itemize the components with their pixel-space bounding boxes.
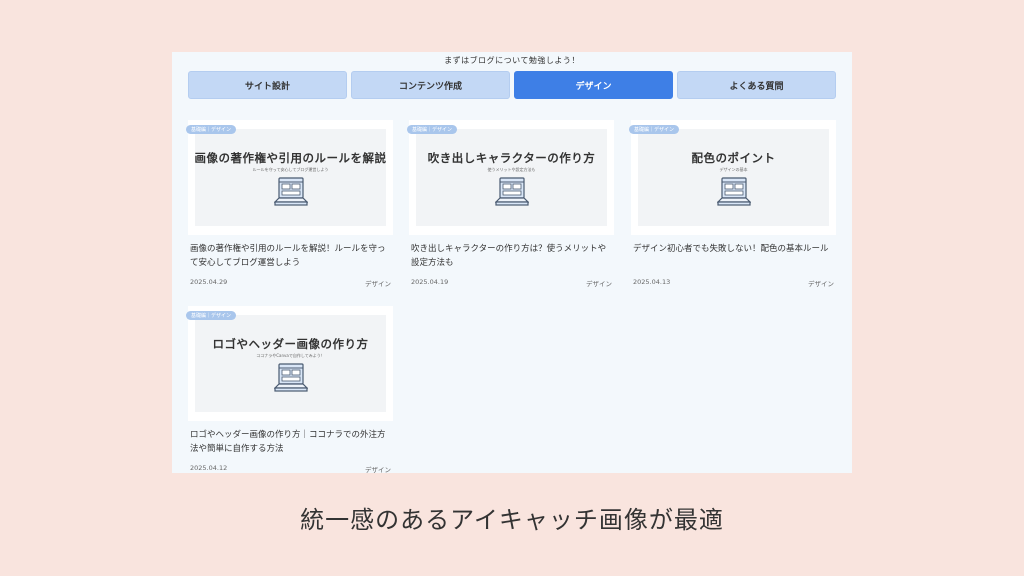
category-badge: 基礎編｜デザイン	[407, 125, 458, 134]
thumbnail-title: ロゴやヘッダー画像の作り方	[212, 337, 369, 351]
tab-site-design[interactable]: サイト設計	[188, 71, 347, 99]
thumbnail-subtitle: ココナラやCanvaで自作してみよう！	[256, 353, 325, 358]
article-card[interactable]: 基礎編｜デザイン ロゴやヘッダー画像の作り方 ココナラやCanvaで自作してみよ…	[186, 306, 393, 474]
article-meta: 2025.04.19 デザイン	[409, 278, 614, 288]
article-thumbnail[interactable]: 基礎編｜デザイン 配色のポイント デザインの基本	[629, 120, 836, 235]
thumbnail-subtitle: 使うメリットや設定方法も	[487, 167, 536, 172]
slide-caption: 統一感のあるアイキャッチ画像が最適	[300, 506, 724, 534]
thumbnail-title: 画像の著作権や引用のルールを解説	[194, 151, 387, 165]
laptop-icon	[274, 363, 308, 392]
category-tabs: サイト設計 コンテンツ作成 デザイン よくある質問	[188, 71, 836, 99]
article-title[interactable]: デザイン初心者でも失敗しない！配色の基本ルール	[631, 242, 836, 270]
article-card[interactable]: 基礎編｜デザイン 吹き出しキャラクターの作り方 使うメリットや設定方法も 吹き出…	[407, 120, 614, 288]
article-card[interactable]: 基礎編｜デザイン 画像の著作権や引用のルールを解説 ルールを守って安心してブログ…	[186, 120, 393, 288]
article-date: 2025.04.19	[411, 278, 449, 286]
laptop-icon	[274, 177, 308, 206]
article-thumbnail[interactable]: 基礎編｜デザイン 画像の著作権や引用のルールを解説 ルールを守って安心してブログ…	[186, 120, 393, 235]
article-category[interactable]: デザイン	[365, 464, 391, 474]
article-category[interactable]: デザイン	[365, 278, 391, 288]
blog-panel: まずはブログについて勉強しよう！ サイト設計 コンテンツ作成 デザイン よくある…	[172, 52, 852, 474]
article-meta: 2025.04.29 デザイン	[188, 278, 393, 288]
article-category[interactable]: デザイン	[808, 278, 834, 288]
tab-content-creation[interactable]: コンテンツ作成	[351, 71, 510, 99]
article-date: 2025.04.12	[190, 464, 228, 472]
category-badge: 基礎編｜デザイン	[186, 311, 237, 320]
section-heading: まずはブログについて勉強しよう！	[444, 56, 580, 65]
article-date: 2025.04.13	[633, 278, 671, 286]
article-meta: 2025.04.13 デザイン	[631, 278, 836, 288]
article-thumbnail[interactable]: 基礎編｜デザイン ロゴやヘッダー画像の作り方 ココナラやCanvaで自作してみよ…	[186, 306, 393, 421]
tab-design[interactable]: デザイン	[514, 71, 673, 99]
article-title[interactable]: ロゴやヘッダー画像の作り方｜ココナラでの外注方法や簡単に自作する方法	[188, 428, 393, 456]
article-title[interactable]: 吹き出しキャラクターの作り方は？使うメリットや設定方法も	[409, 242, 614, 270]
thumbnail-subtitle: デザインの基本	[719, 167, 748, 172]
laptop-icon	[495, 177, 529, 206]
article-category[interactable]: デザイン	[586, 278, 612, 288]
article-meta: 2025.04.12 デザイン	[188, 464, 393, 474]
category-badge: 基礎編｜デザイン	[629, 125, 680, 134]
article-thumbnail[interactable]: 基礎編｜デザイン 吹き出しキャラクターの作り方 使うメリットや設定方法も	[407, 120, 614, 235]
laptop-icon	[717, 177, 751, 206]
article-card[interactable]: 基礎編｜デザイン 配色のポイント デザインの基本 デザイン初心者でも失敗しない！…	[629, 120, 836, 288]
article-date: 2025.04.29	[190, 278, 228, 286]
category-badge: 基礎編｜デザイン	[186, 125, 237, 134]
thumbnail-title: 吹き出しキャラクターの作り方	[427, 151, 596, 165]
tab-faq[interactable]: よくある質問	[677, 71, 836, 99]
thumbnail-title: 配色のポイント	[691, 151, 776, 165]
article-title[interactable]: 画像の著作権や引用のルールを解説！ルールを守って安心してブログ運営しよう	[188, 242, 393, 270]
thumbnail-subtitle: ルールを守って安心してブログ運営しよう	[252, 167, 329, 172]
